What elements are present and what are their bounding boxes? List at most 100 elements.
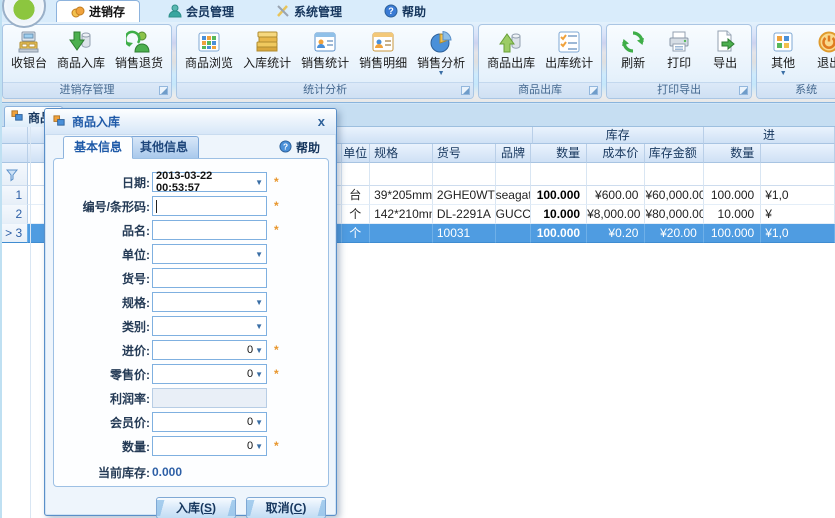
col-header-spec[interactable]: 规格 [370,144,433,163]
col-header-unit[interactable]: 单位 [342,144,371,163]
col-header-brand[interactable]: 品牌 [496,144,532,163]
chevron-down-icon[interactable]: ▼ [255,418,263,427]
chevron-down-icon[interactable]: ▼ [255,298,263,307]
ribbon-group-statistics: 商品浏览 入库统计 销售统计 [176,24,474,99]
sales-detail-button[interactable]: 销售明细 [354,26,412,82]
tab-purchase-sale-inventory[interactable]: 进销存 [56,0,140,22]
chevron-down-icon[interactable]: ▼ [780,70,787,77]
spec-select[interactable]: ▼ [152,292,267,312]
window-left-border [0,0,2,518]
group-label: 打印导出 [657,84,701,96]
profit-rate-input [152,388,267,408]
col-header-qty[interactable]: 数量 [531,144,587,163]
sales-analysis-button[interactable]: 销售分析 ▼ [412,26,470,82]
chevron-down-icon[interactable]: ▼ [438,70,445,77]
close-icon[interactable]: x [315,114,328,129]
unit-select[interactable]: ▼ [152,244,267,264]
cash-register-icon [16,29,42,55]
cancel-button[interactable]: 取消(C) [246,497,326,518]
stock-in-confirm-button[interactable]: 入库(S) [156,497,236,518]
sales-return-button[interactable]: 销售退货 [110,26,168,82]
person-card-icon [312,29,338,55]
ribbon: 收银台 商品入库 销售退货 进销存管理 [0,22,835,103]
member-icon [168,4,182,18]
tab-label: 进销存 [89,3,125,20]
dialog-launcher-icon[interactable] [589,86,598,95]
books-stack-icon [254,29,280,55]
chevron-down-icon[interactable]: ▼ [255,250,263,259]
group-header-purchase[interactable]: 进 [704,127,835,144]
dialog-launcher-icon[interactable] [159,86,168,95]
barcode-input[interactable] [152,196,267,216]
group-label: 商品出库 [518,84,562,96]
group-header-stock[interactable]: 库存 [533,127,705,144]
tab-basic-info[interactable]: 基本信息 [63,136,133,159]
date-input[interactable]: 2013-03-22 00:53:57 ▼ [152,172,267,192]
tab-help[interactable]: ? 帮助 [370,0,440,22]
chevron-down-icon[interactable]: ▼ [255,178,263,187]
window-icon [11,109,24,125]
member-price-label: 会员价: [54,414,150,431]
current-stock-label: 当前库存: [54,464,150,481]
tab-system-management[interactable]: 系统管理 [262,0,356,22]
col-header-qty2[interactable]: 数量 [704,144,761,163]
category-label: 类别: [54,318,150,335]
member-price-input[interactable]: 0▼ [152,412,267,432]
purchase-price-input[interactable]: 0▼ [152,340,267,360]
tools-icon [276,4,290,18]
col-header-cost[interactable]: 成本价 [587,144,645,163]
svg-text:?: ? [388,6,394,16]
chevron-down-icon[interactable]: ▼ [255,442,263,451]
required-asterisk: * [274,343,279,357]
category-select[interactable]: ▼ [152,316,267,336]
sales-stats-button[interactable]: 销售统计 [296,26,354,82]
date-label: 日期: [54,174,150,191]
goods-stock-out-button[interactable]: 商品出库 [482,26,540,82]
retail-price-input[interactable]: 0▼ [152,364,267,384]
spec-label: 规格: [54,294,150,311]
col-header-code[interactable]: 货号 [433,144,496,163]
ribbon-group-print-export: 刷新 打印 导出 打印导出 [606,24,752,99]
text-caret [156,200,157,213]
item-code-label: 货号: [54,270,150,287]
dialog-launcher-icon[interactable] [461,86,470,95]
filter-funnel-icon[interactable] [6,167,18,186]
pie-chart-icon [428,29,454,55]
chevron-down-icon[interactable]: ▼ [255,346,263,355]
power-icon [816,29,835,55]
refresh-button[interactable]: 刷新 [610,26,656,82]
stock-out-stats-button[interactable]: 出库统计 [540,26,598,82]
printer-icon [666,29,692,55]
gutter-divider [30,127,31,518]
ribbon-group-system: 其他 ▼ 退出 系统 [756,24,835,99]
exit-button[interactable]: 退出 [806,26,835,82]
quantity-input[interactable]: 0▼ [152,436,267,456]
required-asterisk: * [274,175,279,189]
group-label: 系统 [795,84,817,96]
item-code-input[interactable] [152,268,267,288]
col-header-amount[interactable]: 库存金额 [645,144,703,163]
row-number: > 3 [2,224,28,243]
group-label: 统计分析 [303,84,347,96]
tab-member-management[interactable]: 会员管理 [154,0,248,22]
barcode-label: 编号/条形码: [54,198,150,215]
dialog-title-bar[interactable]: 商品入库 x [45,109,336,135]
svg-text:?: ? [283,141,288,151]
dialog-launcher-icon[interactable] [739,86,748,95]
export-button[interactable]: 导出 [702,26,748,82]
cashier-button[interactable]: 收银台 [6,26,52,82]
goods-browse-button[interactable]: 商品浏览 [180,26,238,82]
ribbon-group-inventory-mgmt: 收银台 商品入库 销售退货 进销存管理 [2,24,172,99]
product-name-label: 品名: [54,222,150,239]
help-link[interactable]: ? 帮助 [279,139,320,156]
goods-stock-in-button[interactable]: 商品入库 [52,26,110,82]
stock-in-stats-button[interactable]: 入库统计 [238,26,296,82]
group-label: 进销存管理 [60,84,115,96]
chevron-down-icon[interactable]: ▼ [255,322,263,331]
print-button[interactable]: 打印 [656,26,702,82]
tab-other-info[interactable]: 其他信息 [129,136,199,159]
other-button[interactable]: 其他 ▼ [760,26,806,82]
product-name-input[interactable] [152,220,267,240]
col-header-extra[interactable] [761,144,835,163]
chevron-down-icon[interactable]: ▼ [255,370,263,379]
